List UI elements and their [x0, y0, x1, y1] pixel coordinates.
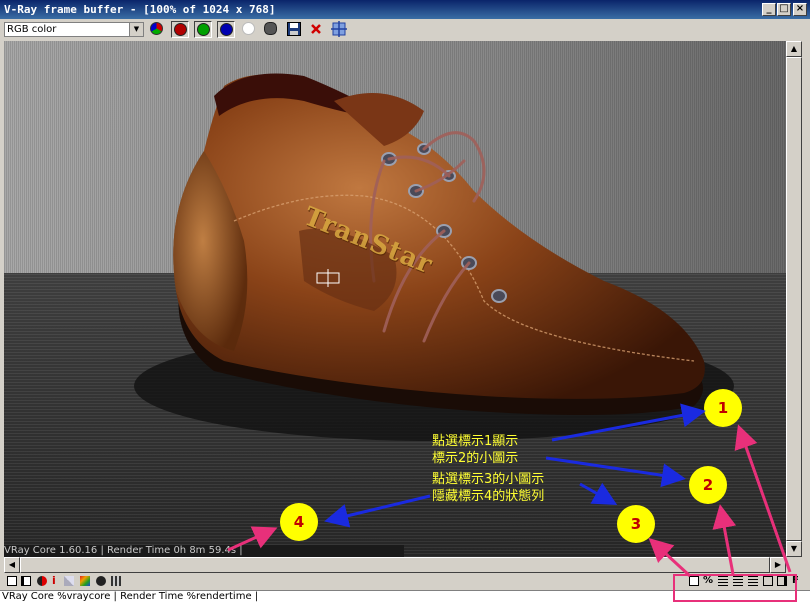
red-channel-button[interactable] [171, 21, 189, 38]
region-render-icon[interactable] [7, 576, 17, 586]
channel-select-value: RGB color [7, 24, 57, 35]
info-icon[interactable]: i [52, 575, 58, 586]
crosshair-grid-icon [331, 21, 347, 37]
annotation-line-2: 標示2的小圖示 [432, 451, 519, 466]
annotation-line-1: 點選標示1顯示 [432, 434, 519, 449]
marker-1: 1 [704, 389, 742, 427]
rgb-circle-icon [150, 22, 163, 35]
lut-icon[interactable] [111, 576, 121, 586]
chevron-down-icon[interactable]: ▼ [129, 23, 143, 36]
color-correction-icon[interactable] [80, 576, 90, 586]
alpha-channel-button[interactable] [240, 21, 258, 38]
blue-channel-button[interactable] [217, 21, 235, 38]
horizontal-scroll-thumb[interactable] [20, 557, 770, 573]
maximize-button[interactable]: □ [777, 3, 791, 16]
track-mouse-button[interactable] [148, 21, 166, 38]
clear-image-button[interactable] [307, 21, 325, 38]
annotation-line-3: 點選標示3的小圖示 [432, 472, 545, 487]
vertical-scroll-thumb[interactable] [786, 57, 802, 541]
shoe-render-image [134, 73, 734, 441]
lens-effects-icon[interactable] [37, 576, 47, 586]
highlight-box [673, 574, 797, 602]
window-title: V-Ray frame buffer - [100% of 1024 x 768… [4, 3, 276, 16]
marker-3: 3 [617, 505, 655, 543]
white-dot-icon [242, 22, 255, 35]
exposure-icon[interactable] [96, 576, 106, 586]
monochrome-button[interactable] [262, 21, 280, 38]
scroll-left-button[interactable]: ◀ [4, 557, 20, 573]
scroll-right-button[interactable]: ▶ [770, 557, 786, 573]
red-x-icon [311, 24, 321, 34]
scroll-up-button[interactable]: ▲ [786, 41, 802, 57]
green-channel-button[interactable] [194, 21, 212, 38]
duplicate-vfb-button[interactable] [330, 21, 348, 38]
marker-2: 2 [689, 466, 727, 504]
gray-dot-icon [264, 22, 277, 35]
floppy-icon [287, 22, 301, 36]
render-info-bar: VRay Core 1.60.16 | Render Time 0h 8m 59… [4, 545, 404, 557]
minimize-button[interactable]: _ [762, 3, 776, 16]
marker-4: 4 [280, 503, 318, 541]
save-image-button[interactable] [285, 21, 303, 38]
red-dot-icon [174, 23, 187, 36]
render-view[interactable]: TranStar [4, 41, 786, 557]
scroll-down-button[interactable]: ▼ [786, 541, 802, 557]
channel-select[interactable]: RGB color ▼ [4, 22, 144, 37]
annotation-line-4: 隱藏標示4的狀態列 [432, 489, 545, 504]
history-icon[interactable] [21, 576, 31, 586]
green-dot-icon [197, 23, 210, 36]
levels-icon[interactable] [64, 576, 74, 586]
close-button[interactable]: × [793, 3, 807, 16]
title-bar: V-Ray frame buffer - [100% of 1024 x 768… [0, 0, 810, 19]
blue-dot-icon [220, 23, 233, 36]
